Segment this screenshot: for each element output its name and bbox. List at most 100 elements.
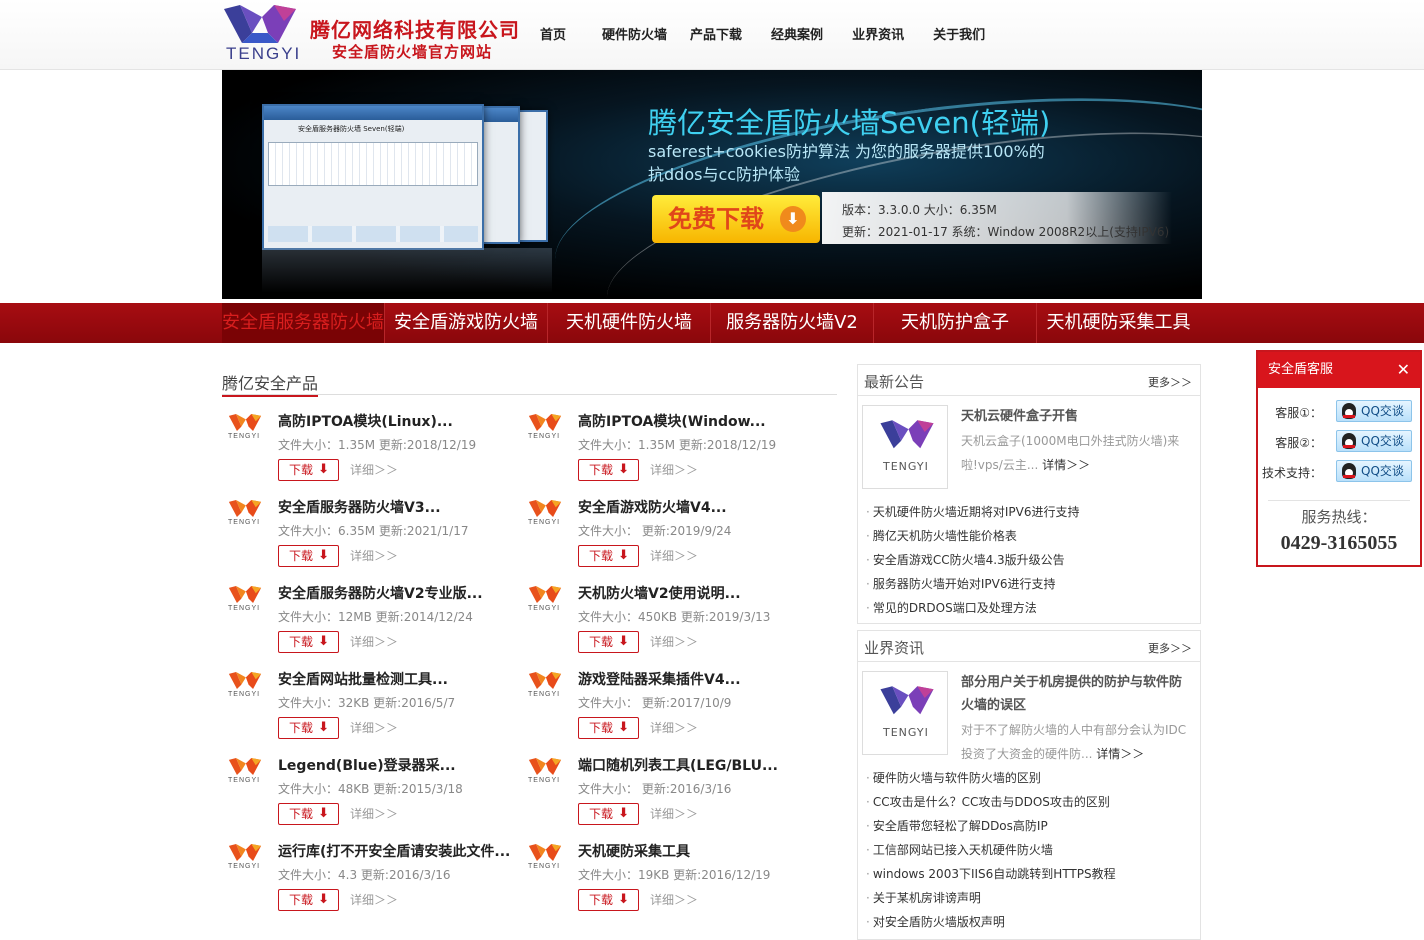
tab-tianji-collect-tool[interactable]: 天机硬防采集工具 — [1037, 303, 1200, 343]
notice-feature-more[interactable]: 详情＞＞ — [1042, 458, 1090, 472]
product-name[interactable]: 高防IPTOA模块(Window... — [578, 411, 766, 431]
service-label: 客服②： — [1275, 436, 1322, 450]
product-download-button[interactable]: 下载 ⬇ — [578, 889, 639, 911]
notices-more-link[interactable]: 更多＞＞ — [1148, 374, 1192, 390]
product-name[interactable]: 高防IPTOA模块(Linux)... — [278, 411, 453, 431]
tab-server-firewall-v2[interactable]: 服务器防火墙V2 — [711, 303, 874, 343]
notices-list-item[interactable]: 腾亿天机防火墙性能价格表 — [866, 527, 1017, 544]
news-list-item[interactable]: 安全盾带您轻松了解DDos高防IP — [866, 817, 1048, 834]
service-label: 客服①： — [1275, 406, 1322, 420]
download-arrow-icon: ⬇ — [318, 720, 329, 735]
qq-chat-button[interactable]: QQ交谈 — [1336, 400, 1412, 422]
nav-hardware-firewall[interactable]: 硬件防火墙 — [602, 24, 667, 48]
news-list-item[interactable]: 工信部网站已接入天机硬件防火墙 — [866, 841, 1053, 858]
product-meta: 文件大小：1.35M 更新:2018/12/19 — [278, 438, 477, 452]
product-download-label: 下载 — [589, 635, 614, 649]
notice-feature-title[interactable]: 天机云硬件盒子开售 — [961, 405, 1193, 428]
notices-list-item[interactable]: 天机硬件防火墙近期将对IPV6进行支持 — [866, 503, 1080, 520]
product-download-button[interactable]: 下载 ⬇ — [578, 717, 639, 739]
product-detail-link[interactable]: 详细＞＞ — [350, 633, 398, 650]
tengyi-logo-icon — [224, 5, 296, 43]
notice-thumbnail[interactable]: TENGYI — [862, 405, 948, 489]
product-name[interactable]: 安全盾服务器防火墙V3... — [278, 497, 441, 517]
product-detail-link[interactable]: 详细＞＞ — [650, 633, 698, 650]
news-feature-more[interactable]: 详情＞＞ — [1096, 747, 1144, 761]
service-divider — [1268, 500, 1410, 501]
product-detail-link[interactable]: 详细＞＞ — [350, 805, 398, 822]
product-download-button[interactable]: 下载 ⬇ — [578, 459, 639, 481]
nav-home[interactable]: 首页 — [540, 24, 566, 48]
notices-list-item[interactable]: 常见的DRDOS端口及处理方法 — [866, 599, 1037, 616]
tab-server-firewall[interactable]: 安全盾服务器防火墙 — [222, 303, 385, 343]
news-more-link[interactable]: 更多＞＞ — [1148, 640, 1192, 656]
news-thumbnail[interactable]: TENGYI — [862, 671, 948, 755]
product-detail-link[interactable]: 详细＞＞ — [650, 719, 698, 736]
product-download-button[interactable]: 下载 ⬇ — [278, 889, 339, 911]
product-download-button[interactable]: 下载 ⬇ — [278, 631, 339, 653]
product-name[interactable]: 游戏登陆器采集插件V4... — [578, 669, 741, 689]
product-download-label: 下载 — [589, 893, 614, 907]
nav-industry-news[interactable]: 业界资讯 — [852, 24, 904, 48]
qq-chat-button[interactable]: QQ交谈 — [1336, 460, 1412, 482]
product-name[interactable]: 天机防火墙V2使用说明... — [578, 583, 741, 603]
product-detail-link[interactable]: 详细＞＞ — [650, 547, 698, 564]
product-logo-icon: TENGYI — [228, 499, 264, 526]
news-list-item[interactable]: 关于某机房诽谤声明 — [866, 889, 981, 906]
product-download-button[interactable]: 下载 ⬇ — [578, 803, 639, 825]
qq-chat-label: QQ交谈 — [1361, 434, 1404, 448]
nav-about[interactable]: 关于我们 — [933, 24, 985, 48]
product-detail-link[interactable]: 详细＞＞ — [350, 719, 398, 736]
qq-penguin-icon — [1342, 433, 1356, 449]
hero-banner[interactable]: 安全盾服务器防火墙 Seven(轻端) 腾亿安全盾防火墙Seven(轻端) sa… — [222, 70, 1202, 299]
product-name[interactable]: 运行库(打不开安全盾请安装此文件... — [278, 841, 510, 861]
product-download-button[interactable]: 下载 ⬇ — [278, 545, 339, 567]
notices-list-item[interactable]: 服务器防火墙开始对IPV6进行支持 — [866, 575, 1056, 592]
product-item: TENGYI Legend(Blue)登录器采... 文件大小：48KB 更新:20… — [222, 755, 512, 835]
product-name[interactable]: 端口随机列表工具(LEG/BLU... — [578, 755, 778, 775]
tab-tianji-box[interactable]: 天机防护盒子 — [874, 303, 1037, 343]
product-logo-wordmark: TENGYI — [228, 691, 261, 698]
product-download-label: 下载 — [289, 549, 314, 563]
nav-downloads[interactable]: 产品下载 — [690, 24, 742, 48]
product-detail-link[interactable]: 详细＞＞ — [650, 891, 698, 908]
news-feature-title[interactable]: 部分用户关于机房提供的防护与软件防火墙的误区 — [961, 671, 1193, 717]
product-detail-link[interactable]: 详细＞＞ — [650, 805, 698, 822]
product-name[interactable]: 安全盾网站批量检测工具... — [278, 669, 448, 689]
product-name[interactable]: 安全盾游戏防火墙V4... — [578, 497, 727, 517]
product-download-button[interactable]: 下载 ⬇ — [278, 717, 339, 739]
site-logo[interactable]: TENGYI 腾亿网络科技有限公司 安全盾防火墙官方网站 — [222, 3, 522, 65]
free-download-button[interactable]: 免费下载 ⬇ — [652, 195, 820, 243]
tengyi-logo-icon — [880, 420, 934, 449]
product-name[interactable]: 安全盾服务器防火墙V2专业版... — [278, 583, 483, 603]
tab-tianji-hardware-firewall[interactable]: 天机硬件防火墙 — [548, 303, 711, 343]
product-meta: 文件大小： 更新:2019/9/24 — [578, 524, 732, 538]
qq-chat-button[interactable]: QQ交谈 — [1336, 430, 1412, 452]
product-name[interactable]: 天机硬防采集工具 — [578, 841, 690, 861]
news-list-item[interactable]: CC攻击是什么？CC攻击与DDOS攻击的区别 — [866, 793, 1110, 810]
product-detail-link[interactable]: 详细＞＞ — [650, 461, 698, 478]
news-feature-text: 对于不了解防火墙的人中有部分会认为IDC投资了大资金的硬件防... — [961, 723, 1187, 761]
product-name[interactable]: Legend(Blue)登录器采... — [278, 755, 456, 775]
product-download-button[interactable]: 下载 ⬇ — [578, 545, 639, 567]
product-download-button[interactable]: 下载 ⬇ — [278, 803, 339, 825]
app-screenshot-back-1 — [480, 106, 520, 244]
service-label: 技术支持： — [1261, 466, 1322, 480]
product-meta: 文件大小： 更新:2016/3/16 — [578, 782, 732, 796]
nav-cases[interactable]: 经典案例 — [771, 24, 823, 48]
tab-game-firewall[interactable]: 安全盾游戏防火墙 — [385, 303, 548, 343]
notices-title: 最新公告 — [864, 373, 925, 391]
news-list-item[interactable]: windows 2003下IIS6自动跳转到HTTPS教程 — [866, 865, 1116, 882]
product-detail-link[interactable]: 详细＞＞ — [350, 891, 398, 908]
product-download-button[interactable]: 下载 ⬇ — [278, 459, 339, 481]
product-detail-link[interactable]: 详细＞＞ — [350, 547, 398, 564]
product-logo-wordmark: TENGYI — [228, 605, 261, 612]
qq-chat-label: QQ交谈 — [1361, 464, 1404, 478]
download-arrow-icon: ⬇ — [618, 634, 629, 649]
close-icon[interactable]: ✕ — [1397, 352, 1410, 388]
news-list-item[interactable]: 硬件防火墙与软件防火墙的区别 — [866, 769, 1041, 786]
product-detail-link[interactable]: 详细＞＞ — [350, 461, 398, 478]
product-download-button[interactable]: 下载 ⬇ — [578, 631, 639, 653]
product-logo-icon: TENGYI — [528, 671, 564, 698]
notices-list-item[interactable]: 安全盾游戏CC防火墙4.3版升级公告 — [866, 551, 1065, 568]
news-list-item[interactable]: 对安全盾防火墙版权声明 — [866, 913, 1005, 930]
